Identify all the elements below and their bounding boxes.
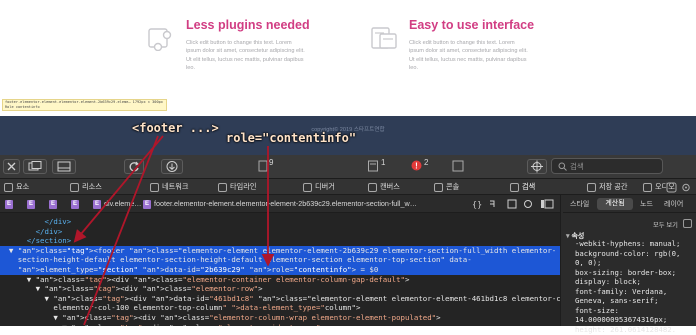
annotation-arrows <box>73 135 275 326</box>
computed-property: height: 261.0614128482. <box>575 324 677 334</box>
